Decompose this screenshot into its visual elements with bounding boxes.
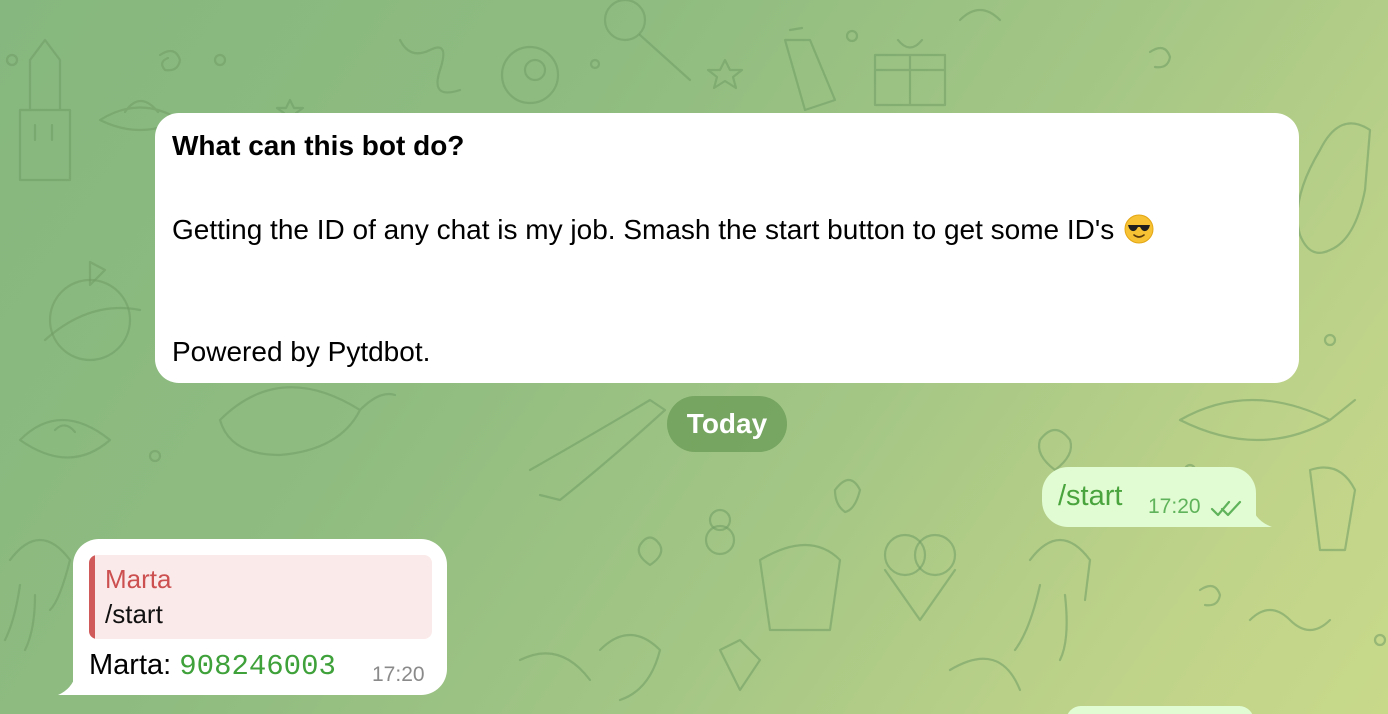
outgoing-message-time: 17:20: [1148, 495, 1201, 518]
reply-quote[interactable]: Marta /start: [89, 555, 432, 639]
message-sender-name: Marta: [89, 649, 164, 681]
partial-outgoing-bubble: [1066, 706, 1254, 714]
reply-quoted-text: /start: [105, 599, 163, 629]
reply-accent-bar: [89, 555, 95, 639]
reply-sender-name: Marta: [105, 564, 172, 594]
outgoing-bubble-tail: [1246, 507, 1272, 527]
bot-info-card: What can this bot do? Getting the ID of …: [155, 113, 1299, 383]
chat-id-value[interactable]: 908246003: [179, 650, 336, 683]
incoming-message-time: 17:20: [372, 663, 425, 686]
bot-info-description-line: Getting the ID of any chat is my job. Sm…: [172, 209, 1282, 251]
smiling-face-with-sunglasses-icon: [1124, 214, 1154, 244]
outgoing-message-text: /start: [1058, 480, 1123, 512]
incoming-message-text: Marta: 908246003: [89, 645, 336, 687]
date-separator: Today: [667, 396, 787, 452]
outgoing-message-bubble[interactable]: /start 17:20: [1042, 467, 1256, 527]
double-check-icon: [1210, 500, 1242, 517]
bot-info-description: Getting the ID of any chat is my job. Sm…: [172, 214, 1115, 245]
powered-by-text: Powered by Pytdbot.: [172, 336, 431, 367]
bot-info-title: What can this bot do?: [172, 130, 465, 161]
incoming-message-bubble[interactable]: Marta /start Marta: 908246003 17:20: [73, 539, 447, 695]
message-separator: :: [163, 649, 180, 681]
